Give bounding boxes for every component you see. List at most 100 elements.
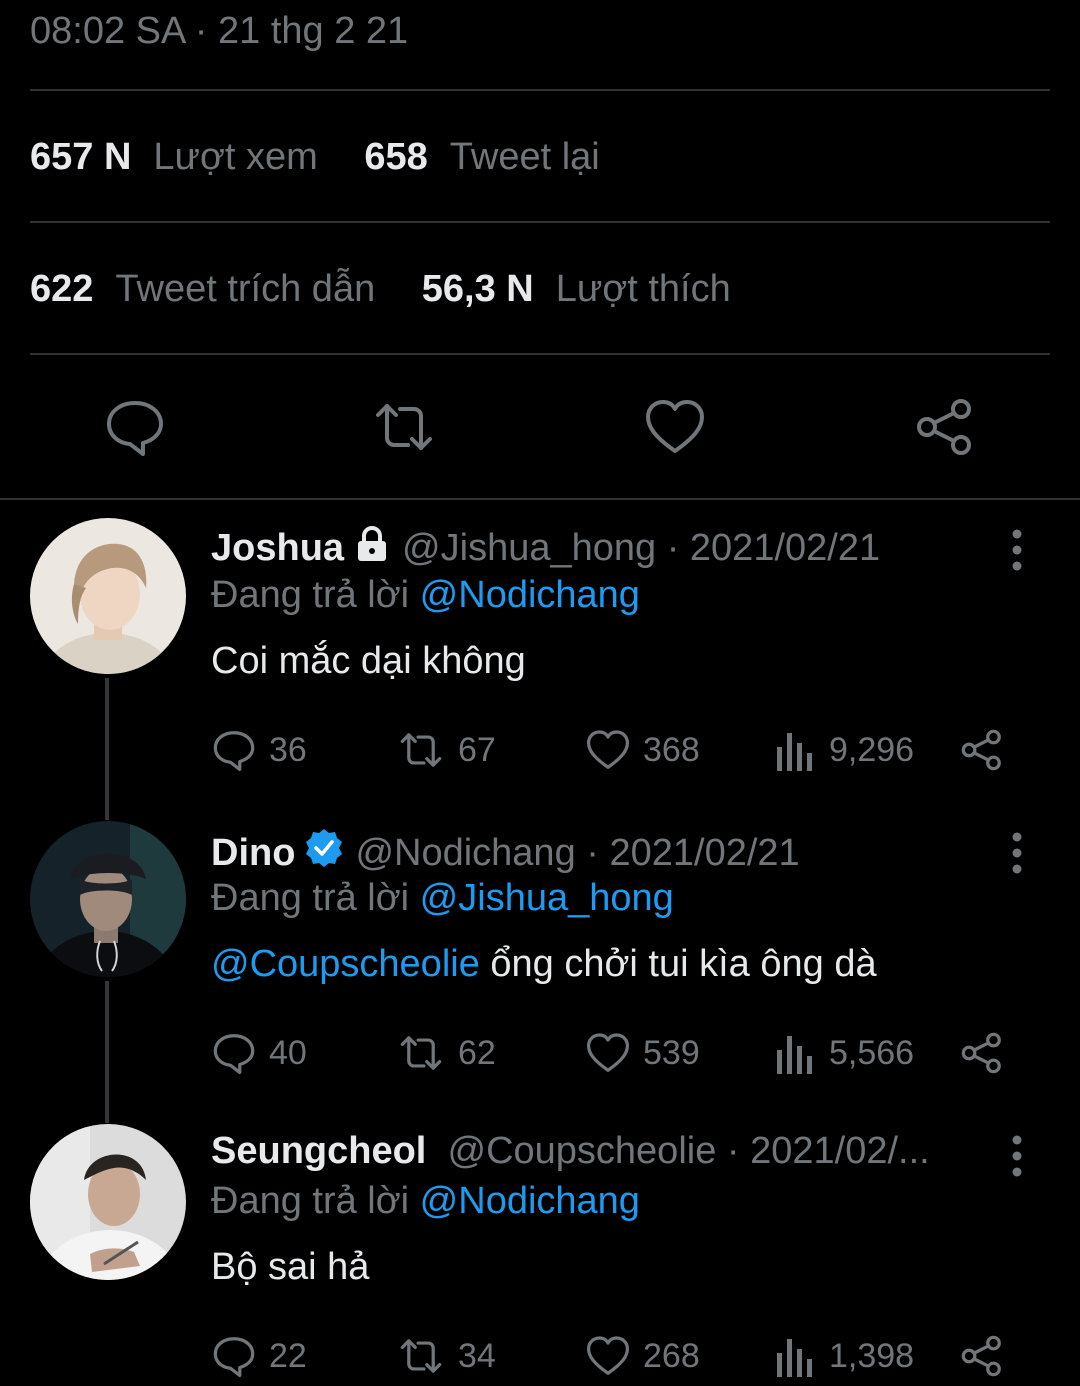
likes-count: 56,3 N [421,268,534,310]
reply-item[interactable]: Dino @Nodichang · 2021/02/21 Đang trả lời… [0,821,1080,1123]
reply-body: Coi mắc dại không [211,640,526,682]
reply-body: ổng chởi tui kìa ông dà [479,943,877,985]
replying-to: Đang trả lời @Nodichang [211,1180,640,1223]
views-action[interactable]: 1,398 [775,1332,914,1380]
thread-line [105,678,109,820]
reply-date: · 2021/02/... [726,1130,930,1172]
reply-item[interactable]: Joshua @Jishua_hong · 2021/02/21 Đang trả… [0,518,1080,820]
thread-line [105,981,109,1123]
view-count: 1,398 [829,1336,915,1375]
quotes-stat[interactable]: 622 Tweet trích dẫn [30,268,422,310]
share-icon [961,729,1001,771]
retweet-count: 62 [458,1033,496,1072]
like-icon[interactable] [643,395,707,459]
retweet-action[interactable]: 34 [396,1332,496,1380]
retweet-icon[interactable] [372,395,436,459]
retweet-icon [400,733,442,767]
retweet-icon [400,1339,442,1373]
avatar[interactable] [30,821,186,977]
handle[interactable]: @Nodichang [355,832,575,874]
view-count: 9,296 [829,730,915,769]
like-action[interactable]: 539 [585,1029,700,1077]
avatar[interactable] [30,518,186,674]
share-action[interactable] [959,1029,1017,1077]
reply-count: 36 [269,730,307,769]
stats-row-2: 622 Tweet trích dẫn 56,3 N Lượt thích [30,268,767,311]
reply-text: Bộ sai hả [211,1246,369,1289]
divider [30,353,1050,355]
more-options-icon[interactable] [1004,528,1030,572]
share-icon [961,1335,1001,1377]
replying-mention[interactable]: @Nodichang [420,574,640,616]
reply-item[interactable]: Seungcheol @Coupscheolie · 2021/02/... Đ… [0,1124,1080,1386]
share-action[interactable] [959,1332,1017,1380]
reply-icon [213,1034,255,1075]
reply-text: @Coupscheolie ổng chởi tui kìa ông dà [211,943,877,986]
more-options-icon[interactable] [1004,831,1030,875]
reply-action[interactable]: 36 [211,726,307,774]
like-icon [586,1033,630,1072]
reply-metrics: 40 62 539 5,566 [211,1029,1011,1077]
divider [30,89,1050,91]
tweet-action-bar [0,395,1080,459]
replying-to: Đang trả lời @Jishua_hong [211,877,674,920]
views-stat[interactable]: 657 N Lượt xem [30,136,364,178]
replying-mention[interactable]: @Jishua_hong [420,877,674,919]
reply-metrics: 22 34 268 1,398 [211,1332,1011,1380]
likes-stat[interactable]: 56,3 N Lượt thích [422,268,767,310]
reply-header: Seungcheol @Coupscheolie · 2021/02/... [211,1130,1001,1173]
display-name[interactable]: Seungcheol [211,1130,426,1172]
views-count: 657 N [30,136,132,178]
reply-count: 40 [269,1033,307,1072]
quotes-count: 622 [30,268,94,310]
reply-action[interactable]: 40 [211,1029,307,1077]
retweets-count: 658 [364,136,428,178]
replying-prefix: Đang trả lời [211,877,410,919]
share-icon[interactable] [913,395,977,459]
reply-date: · 2021/02/21 [586,832,800,874]
share-action[interactable] [959,726,1017,774]
handle[interactable]: @Coupscheolie [448,1130,717,1172]
retweet-action[interactable]: 62 [396,1029,496,1077]
reply-icon [213,731,255,772]
like-action[interactable]: 268 [585,1332,700,1380]
views-action[interactable]: 9,296 [775,726,914,774]
views-action[interactable]: 5,566 [775,1029,914,1077]
like-action[interactable]: 368 [585,726,700,774]
replying-mention[interactable]: @Nodichang [420,1180,640,1222]
lock-icon [352,524,392,574]
reply-icon[interactable] [103,395,167,459]
retweets-label: Tweet lại [449,136,600,178]
retweet-count: 34 [458,1336,496,1375]
views-icon [777,1339,812,1377]
more-options-icon[interactable] [1004,1134,1030,1178]
divider [30,221,1050,223]
section-divider [0,498,1080,500]
share-icon [961,1032,1001,1074]
views-icon [777,733,812,771]
retweet-action[interactable]: 67 [396,726,496,774]
retweets-stat[interactable]: 658 Tweet lại [364,136,635,178]
like-icon [586,730,630,769]
views-icon [777,1036,812,1074]
like-count: 368 [643,730,700,769]
display-name[interactable]: Joshua [211,527,344,569]
view-count: 5,566 [829,1033,915,1072]
likes-label: Lượt thích [555,268,731,310]
reply-count: 22 [269,1336,307,1375]
reply-metrics: 36 67 368 9,296 [211,726,1011,774]
reply-action[interactable]: 22 [211,1332,307,1380]
retweet-count: 67 [458,730,496,769]
reply-text: Coi mắc dại không [211,640,526,683]
reply-body: Bộ sai hả [211,1246,370,1288]
quotes-label: Tweet trích dẫn [115,268,376,310]
handle[interactable]: @Jishua_hong [402,527,656,569]
reply-header: Dino @Nodichang · 2021/02/21 [211,827,1001,879]
reply-icon [213,1337,255,1378]
avatar[interactable] [30,1124,186,1280]
stats-row-1: 657 N Lượt xem 658 Tweet lại [30,136,636,179]
body-mention[interactable]: @Coupscheolie [211,943,480,985]
retweet-icon [400,1036,442,1070]
like-count: 268 [643,1336,700,1375]
display-name[interactable]: Dino [211,832,295,874]
